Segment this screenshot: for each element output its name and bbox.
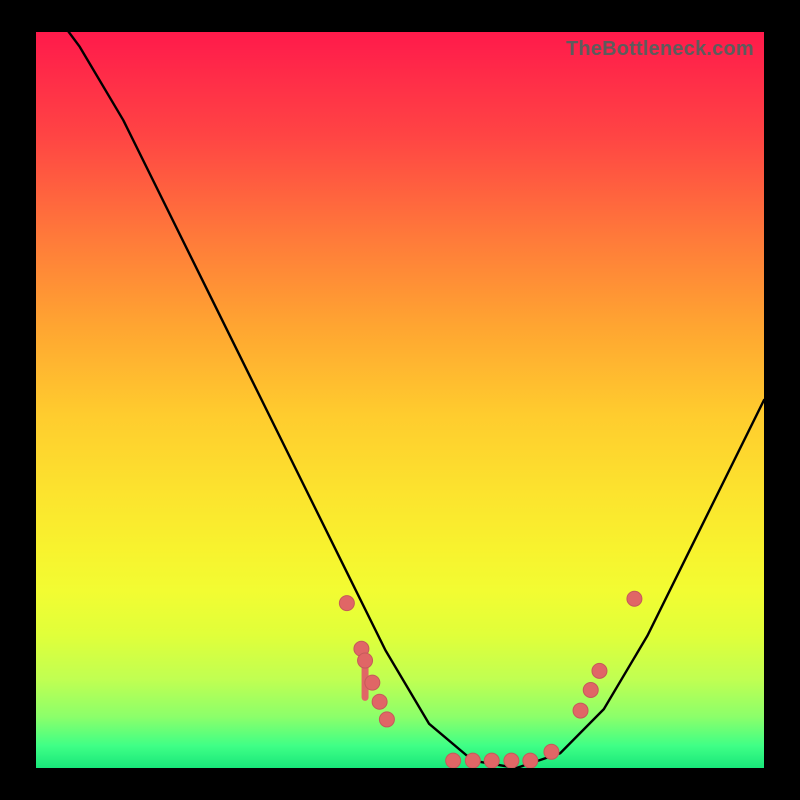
data-marker [465,753,480,768]
data-marker [592,663,607,678]
data-marker [379,712,394,727]
bottleneck-curve [36,32,764,768]
chart-frame: TheBottleneck.com [0,0,800,800]
data-marker [523,753,538,768]
chart-plot-area: TheBottleneck.com [36,32,764,768]
data-marker [573,703,588,718]
data-marker [372,694,387,709]
data-marker [583,682,598,697]
data-marker [365,675,380,690]
data-marker [358,653,373,668]
data-marker [484,753,499,768]
data-marker [627,591,642,606]
curve-layer [36,32,764,768]
chart-svg [36,32,764,768]
data-marker [339,596,354,611]
marker-layer [339,591,642,768]
data-marker [504,753,519,768]
data-marker [446,753,461,768]
data-marker [544,744,559,759]
